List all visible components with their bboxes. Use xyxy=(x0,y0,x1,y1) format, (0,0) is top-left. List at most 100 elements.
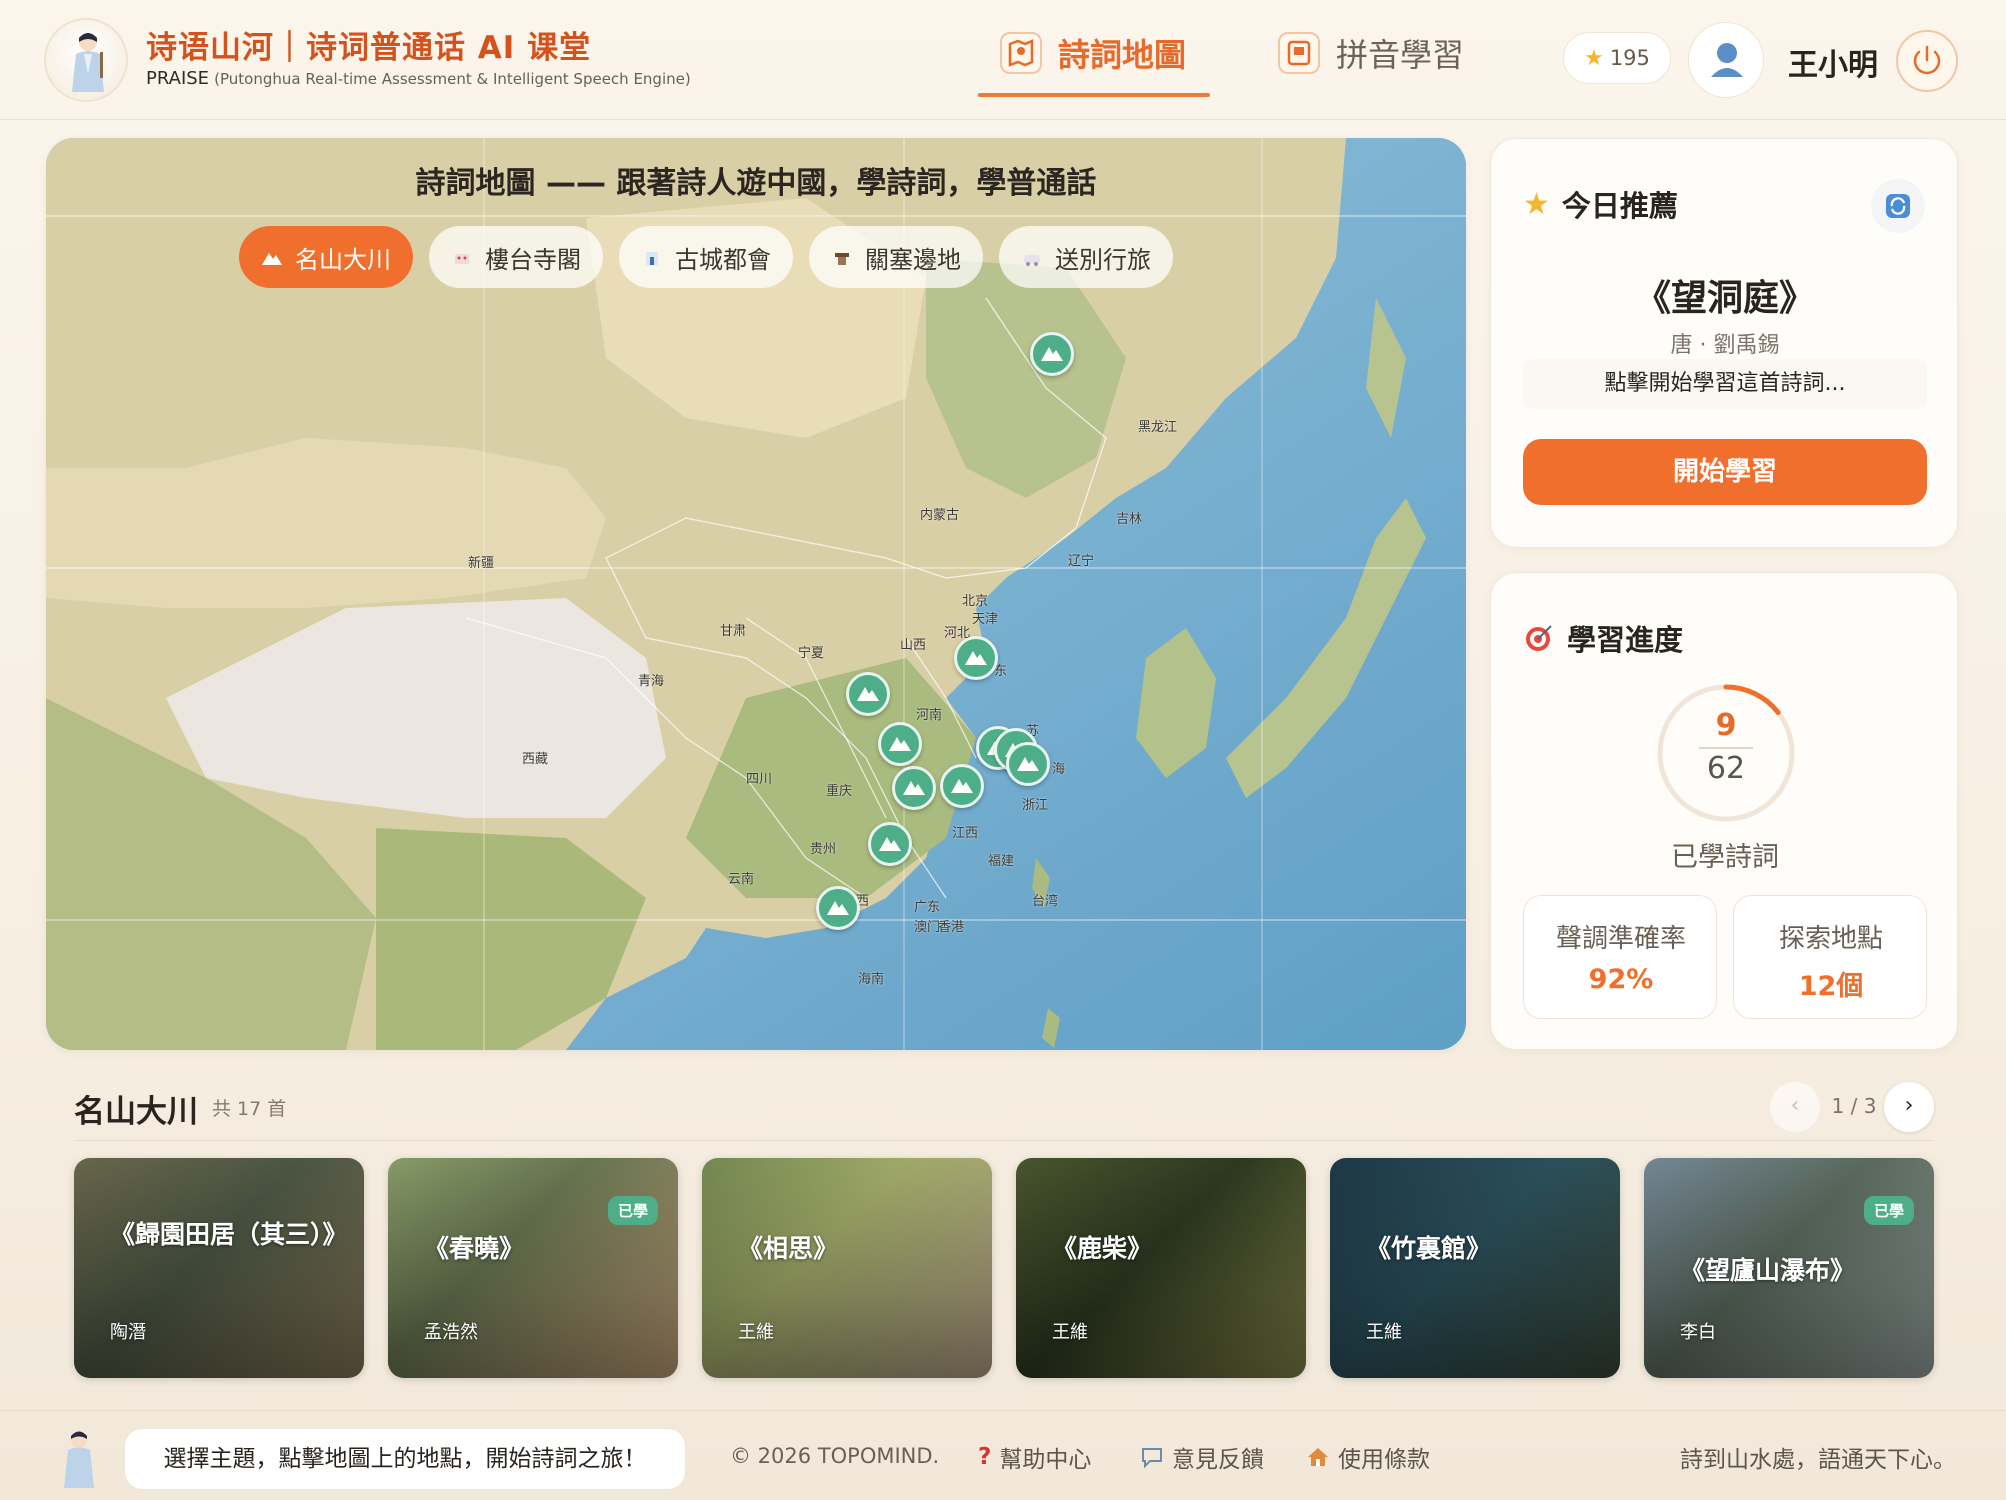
tab-poetry-map-label: 詩詞地圖 xyxy=(1058,36,1187,74)
chip-label: 關塞邊地 xyxy=(865,245,961,274)
map-title: 詩詞地圖 —— 跟著詩人遊中國，學詩詞，學普通話 xyxy=(415,166,1097,201)
poem-card-title: 《歸園田居（其三）》 xyxy=(110,1220,348,1249)
recommended-poem-author: 唐 · 劉禹錫 xyxy=(1670,333,1780,358)
poem-card-title: 《春曉》 xyxy=(424,1234,525,1263)
poetry-map[interactable]: 詩詞地圖 —— 跟著詩人遊中國，學詩詞，學普通話 名山大川 樓台寺閣 古城都會 … xyxy=(46,138,1466,1050)
chip-frontier-passes[interactable]: 關塞邊地 xyxy=(809,226,983,288)
star-count-badge: ★ 195 xyxy=(1563,32,1671,84)
logout-button[interactable] xyxy=(1896,30,1958,92)
progress-heading: 學習進度 xyxy=(1523,617,1683,659)
tab-poetry-map[interactable]: 詩詞地圖 xyxy=(1000,30,1186,98)
target-icon xyxy=(1526,625,1552,651)
card-image xyxy=(702,1158,992,1378)
next-page-button[interactable]: › xyxy=(1884,1082,1934,1132)
poem-card-author: 李白 xyxy=(1680,1322,1716,1343)
hint-bubble: 選擇主題，點擊地圖上的地點，開始詩詞之旅！ xyxy=(124,1428,686,1490)
poem-card[interactable]: 《竹裏館》 王維 xyxy=(1330,1158,1620,1378)
active-tab-indicator xyxy=(978,93,1210,97)
map-marker[interactable] xyxy=(868,822,912,866)
learned-count: 9 xyxy=(1715,708,1737,743)
logo-avatar[interactable] xyxy=(44,18,128,102)
learned-label: 已學詩詞 xyxy=(1671,842,1779,873)
chevron-right-icon: › xyxy=(1904,1093,1914,1118)
poem-card[interactable]: 《相思》 王維 xyxy=(702,1158,992,1378)
chip-mountains-rivers[interactable]: 名山大川 xyxy=(239,226,413,288)
star-icon: ★ xyxy=(1523,186,1550,222)
map-label-taiwan: 台湾 xyxy=(1032,894,1059,909)
map-label-shanghai: 海 xyxy=(1052,762,1066,777)
user-name: 王小明 xyxy=(1788,48,1878,83)
footer-divider xyxy=(0,1410,2006,1411)
pinyin-book-icon xyxy=(1278,32,1320,74)
footer-slogan: 詩到山水處，語通天下心。 xyxy=(1680,1447,1956,1473)
map-marker[interactable] xyxy=(1006,742,1050,786)
star-count: 195 xyxy=(1609,46,1650,70)
poem-card[interactable]: 已學 《望廬山瀑布》 李白 xyxy=(1644,1158,1934,1378)
poem-card-author: 王維 xyxy=(738,1322,774,1343)
user-profile[interactable]: 王小明 xyxy=(1688,22,1888,98)
poem-card[interactable]: 已學 《春曉》 孟浩然 xyxy=(388,1158,678,1378)
map-marker[interactable] xyxy=(1030,332,1074,376)
map-label-zhejiang: 浙江 xyxy=(1022,798,1049,813)
recommend-hint: 點擊開始學習這首詩詞... xyxy=(1523,359,1927,409)
brand-acronym-expansion: (Putonghua Real-time Assessment & Intell… xyxy=(214,70,691,88)
map-marker[interactable] xyxy=(892,766,936,810)
prev-page-button[interactable]: ‹ xyxy=(1770,1082,1820,1132)
map-marker[interactable] xyxy=(878,722,922,766)
copyright: © 2026 TOPOMIND. xyxy=(730,1444,940,1468)
poem-card[interactable]: 《歸園田居（其三）》 陶潛 xyxy=(74,1158,364,1378)
top-header: 诗语山河｜诗词普通话 AI 课堂 PRAISE (Putonghua Real-… xyxy=(0,0,2006,120)
map-label-fujian: 福建 xyxy=(988,854,1015,869)
feedback-link[interactable]: 意見反饋 xyxy=(1140,1440,1264,1474)
poem-card[interactable]: 《鹿柴》 王維 xyxy=(1016,1158,1306,1378)
poem-card-author: 王維 xyxy=(1366,1322,1402,1343)
map-marker[interactable] xyxy=(816,886,860,930)
map-label-guizhou: 贵州 xyxy=(810,842,837,857)
fortress-icon xyxy=(835,253,849,265)
map-icon xyxy=(1000,32,1042,74)
card-image xyxy=(1016,1158,1306,1378)
chip-pavilions-temples[interactable]: 樓台寺閣 xyxy=(429,226,603,288)
mountain-icon xyxy=(857,687,879,701)
help-center-link[interactable]: ? 幫助中心 xyxy=(978,1440,1091,1474)
brand-title: 诗语山河｜诗词普通话 AI 课堂 xyxy=(146,30,592,66)
chat-icon xyxy=(1142,1448,1162,1468)
map-marker[interactable] xyxy=(954,636,998,680)
learning-progress-panel: 學習進度 9 62 已學詩詞 聲調準確率 92% 探索地點 12個 xyxy=(1490,572,1958,1050)
refresh-recommendation-button[interactable] xyxy=(1871,179,1925,233)
card-image xyxy=(1330,1158,1620,1378)
stat-value: 92% xyxy=(1588,964,1654,995)
category-chips: 名山大川 樓台寺閣 古城都會 關塞邊地 送別行旅 xyxy=(239,226,1173,288)
map-label-aomen: 澳门 xyxy=(914,920,941,935)
learned-badge: 已學 xyxy=(1863,1196,1914,1225)
pagination: ‹ 1 / 3 › xyxy=(1770,1082,1934,1132)
terms-link[interactable]: 使用條款 xyxy=(1306,1440,1430,1474)
stat-explored-places: 探索地點 12個 xyxy=(1733,895,1927,1019)
brand-subtitle: PRAISE (Putonghua Real-time Assessment &… xyxy=(146,68,691,89)
map-label-liaoning: 辽宁 xyxy=(1068,554,1095,569)
brand-acronym: PRAISE xyxy=(146,68,210,89)
map-label-guangdong: 广东 xyxy=(914,900,941,915)
progress-heading-label: 學習進度 xyxy=(1567,623,1684,657)
chip-farewell-travel[interactable]: 送別行旅 xyxy=(999,226,1173,288)
star-icon: ★ xyxy=(1584,45,1604,71)
map-marker[interactable] xyxy=(846,672,890,716)
mountain-icon xyxy=(951,779,973,793)
start-learning-button[interactable]: 開始學習 xyxy=(1523,439,1927,505)
map-label-heilongjiang: 黑龙江 xyxy=(1138,420,1178,435)
map-label-qinghai: 青海 xyxy=(638,674,665,689)
recommended-poem-title: 《望洞庭》 xyxy=(1634,278,1815,319)
poem-card-title: 《鹿柴》 xyxy=(1052,1234,1153,1263)
map-marker[interactable] xyxy=(940,764,984,808)
mountain-icon xyxy=(903,781,925,795)
map-label-jiangxi: 江西 xyxy=(952,826,979,841)
mountain-icon xyxy=(879,837,901,851)
tab-pinyin[interactable]: 拼音學習 xyxy=(1278,30,1464,98)
refresh-icon xyxy=(1886,194,1910,218)
travel-icon xyxy=(1024,255,1040,266)
house-icon xyxy=(1308,1448,1328,1466)
chip-label: 古城都會 xyxy=(675,245,771,274)
mountain-icon xyxy=(262,253,282,265)
stat-value: 12個 xyxy=(1798,971,1864,1002)
chip-ancient-cities[interactable]: 古城都會 xyxy=(619,226,793,288)
